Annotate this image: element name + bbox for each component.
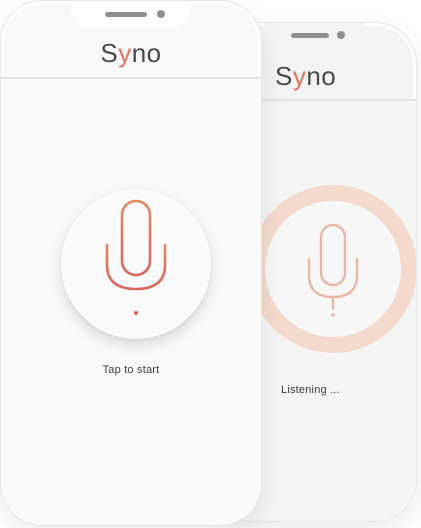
app-preview-stage: Syno Listening ... Syno Tap to start [0,0,421,528]
app-header: Syno [1,29,261,79]
phone-notch [71,1,191,27]
front-camera [157,10,165,18]
microphone-icon [105,199,167,315]
microphone-icon [307,223,359,317]
phone-notch [264,23,365,45]
front-camera [336,31,345,39]
logo-text-start: S [275,60,293,91]
speaker-grille [105,12,147,17]
app-logo: Syno [100,38,161,69]
logo-text-start: S [100,37,119,68]
idle-status-text: Tap to start [102,364,160,376]
speaker-grille [290,33,329,38]
start-recording-button[interactable] [61,189,211,339]
app-logo: Syno [275,61,336,92]
logo-text-accent: y [118,37,132,68]
idle-screen: Tap to start [1,79,261,525]
phone-idle: Syno Tap to start [0,0,262,526]
logo-text-accent: y [292,60,307,91]
listening-pulse-ring[interactable] [249,185,416,353]
logo-text-end: no [131,37,162,68]
logo-text-end: no [306,60,337,91]
